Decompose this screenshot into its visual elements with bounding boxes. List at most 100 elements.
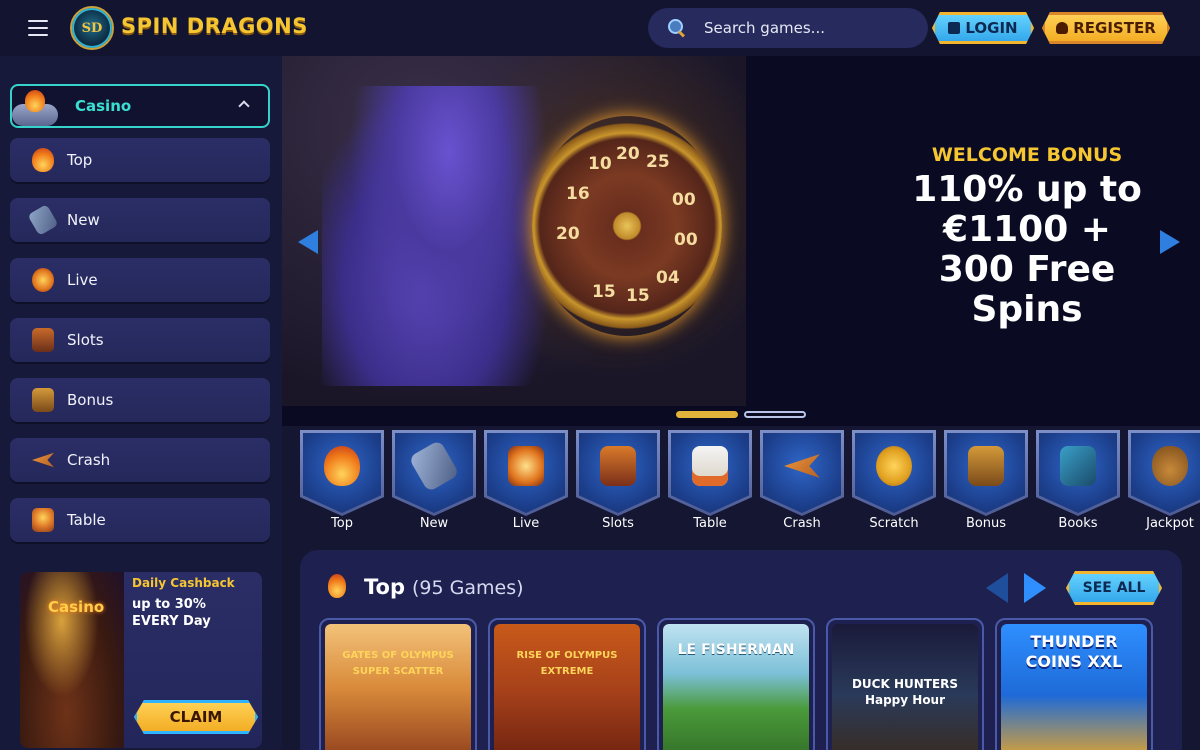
wheel-number: 04 [656,268,680,288]
logo-icon[interactable]: SD [70,6,114,50]
category-label: Books [1058,516,1098,531]
game-title: GATES OF OLYMPUS SUPER SCATTER [342,650,454,677]
wheel-number: 15 [592,282,616,302]
category-label: Crash [783,516,821,531]
login-icon [948,22,960,34]
sidebar-item-label: New [67,211,100,229]
game-card[interactable]: RISE OF OLYMPUS EXTREME [488,618,646,750]
logo-text[interactable]: SPIN DRAGONS [121,14,308,38]
login-label: LOGIN [965,19,1018,37]
flame-icon [32,148,54,172]
category-crash[interactable]: Crash [760,430,844,534]
daily-cashback-promo: Casino Daily Cashback up to 30% EVERY Da… [20,572,262,748]
games-next-arrow-icon[interactable] [1024,573,1046,603]
sidebar-item-label: Crash [67,451,111,469]
search-input[interactable]: Search games... [704,19,825,37]
category-label: Bonus [965,516,1007,531]
sidebar-item-table[interactable]: Table [10,498,270,542]
promo-image: Casino [20,572,124,748]
category-bonus[interactable]: Bonus [944,430,1028,534]
slot-machine-icon [600,446,636,486]
table-game-icon [32,508,54,532]
wheel-number: 20 [556,224,580,244]
logo-mark: SD [81,20,103,36]
hero-banner[interactable]: 10 20 25 16 00 20 15 15 04 00 WELCOME BO… [282,56,1200,426]
category-slots[interactable]: Slots [576,430,660,534]
register-label: REGISTER [1073,19,1156,37]
scratch-coin-icon [876,446,912,486]
slide-dot-2[interactable] [744,411,806,418]
bonus-headline: 110% up to €1100 + 300 Free Spins [912,169,1142,330]
category-label: Top [331,516,353,531]
treasure-chest-icon [32,388,54,412]
category-table[interactable]: Table [668,430,752,534]
category-label: Jackpot [1146,516,1194,531]
menu-icon[interactable] [28,20,48,36]
category-label: Scratch [869,516,919,531]
money-bag-icon [1152,446,1188,486]
section-title: Top [364,575,405,599]
game-card[interactable]: GATES OF OLYMPUS SUPER SCATTER [319,618,477,750]
game-card[interactable]: LE FISHERMAN [657,618,815,750]
wheel-number: 15 [626,286,650,306]
sidebar-item-new[interactable]: New [10,198,270,242]
register-button[interactable]: REGISTER [1042,12,1170,44]
sidebar-item-label: Live [67,271,98,289]
sidebar-item-top[interactable]: Top [10,138,270,182]
promo-description: up to 30% EVERY Day [132,597,211,629]
casino-section-label: Casino [75,97,132,115]
slot-machine-icon [32,328,54,352]
sidebar-item-bonus[interactable]: Bonus [10,378,270,422]
user-add-icon [1056,22,1068,34]
flame-icon [324,446,360,486]
claim-button[interactable]: CLAIM [134,700,258,734]
category-scratch[interactable]: Scratch [852,430,936,534]
category-new[interactable]: New [392,430,476,534]
games-prev-arrow-icon[interactable] [986,573,1008,603]
login-button[interactable]: LOGIN [932,12,1034,44]
hero-prev-arrow-icon[interactable] [298,230,318,254]
sidebar-item-label: Table [67,511,106,529]
wheel-number: 20 [616,144,640,164]
game-card[interactable]: DUCK HUNTERS Happy Hour [826,618,984,750]
wheel-number: 10 [588,154,612,174]
hero-next-arrow-icon[interactable] [1160,230,1180,254]
cannon-icon [27,204,59,236]
search-icon [668,19,686,37]
sidebar-item-label: Slots [67,331,104,349]
top-header: SD SPIN DRAGONS Search games... LOGIN RE… [0,0,1200,56]
chevron-up-icon [238,100,250,112]
games-count: (95 Games) [412,577,524,599]
game-title: LE FISHERMAN [677,642,795,658]
game-title: DUCK HUNTERS Happy Hour [851,677,959,707]
category-books[interactable]: Books [1036,430,1120,534]
category-jackpot[interactable]: Jackpot [1128,430,1200,534]
book-icon [1060,446,1096,486]
wheel-number: 25 [646,152,670,172]
category-top[interactable]: Top [300,430,384,534]
cards-icon [508,446,544,486]
bonus-kicker: WELCOME BONUS [931,144,1123,166]
wheel-number: 00 [674,230,698,250]
wheel-number: 16 [566,184,590,204]
category-label: Live [512,516,540,531]
sidebar-item-slots[interactable]: Slots [10,318,270,362]
game-title: RISE OF OLYMPUS EXTREME [516,650,618,677]
category-label: Table [693,516,727,531]
sidebar-item-label: Top [67,151,93,169]
promo-casino-sign: Casino [48,598,105,616]
see-all-button[interactable]: SEE ALL [1066,571,1162,605]
game-thumbnail [325,624,471,750]
sidebar: Casino Top New Live Slots Bonus Crash Ta… [0,56,282,750]
sidebar-item-crash[interactable]: Crash [10,438,270,482]
game-title: THUNDER COINS XXL [1025,632,1123,671]
game-card[interactable]: THUNDER COINS XXL [995,618,1153,750]
plane-icon [32,452,54,468]
wheel-number: 00 [672,190,696,210]
sidebar-item-live[interactable]: Live [10,258,270,302]
category-live[interactable]: Live [484,430,568,534]
casino-section-toggle[interactable]: Casino [10,84,270,128]
slide-dot-1[interactable] [676,411,738,418]
search-bar[interactable]: Search games... [648,8,928,48]
welcome-bonus-text: WELCOME BONUS 110% up to €1100 + 300 Fre… [902,144,1152,330]
